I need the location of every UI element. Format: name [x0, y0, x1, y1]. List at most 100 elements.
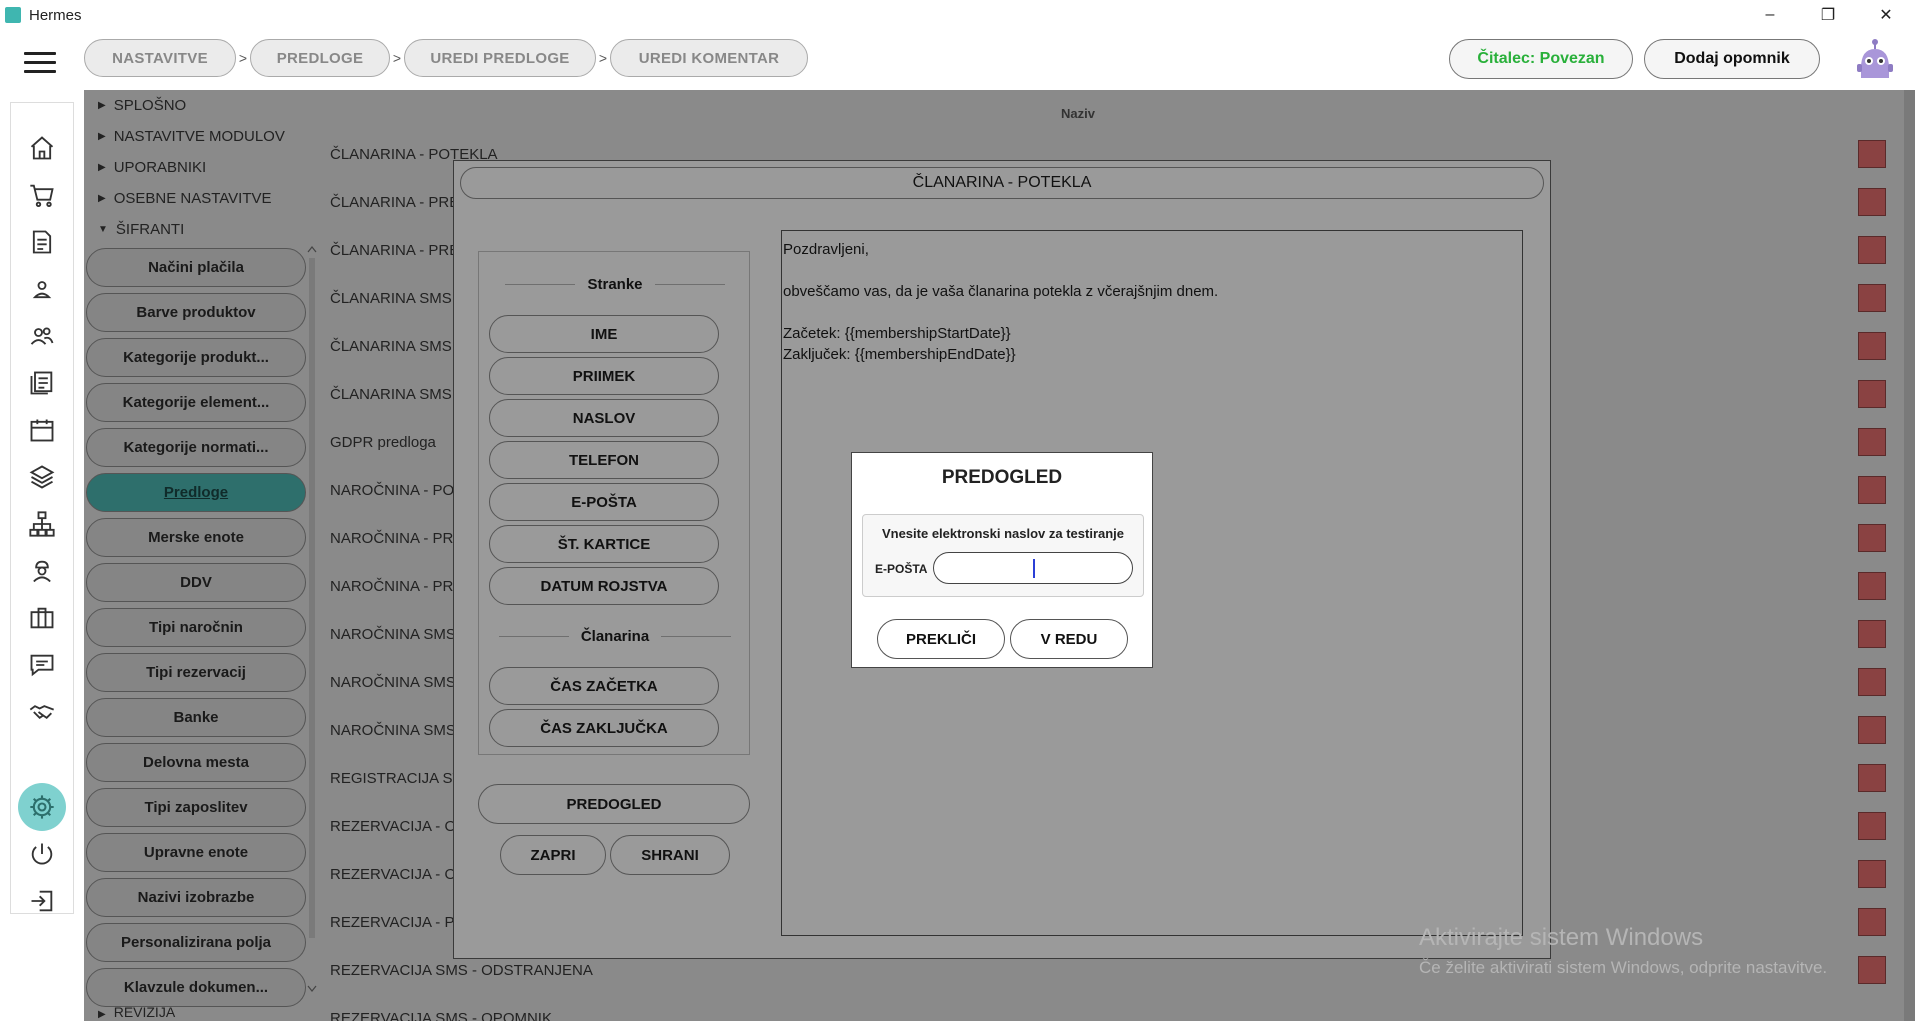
- insert-cas-zakljucka-button[interactable]: ČAS ZAKLJUČKA: [489, 709, 719, 747]
- insert-st-kartice-button[interactable]: ŠT. KARTICE: [489, 525, 719, 563]
- reader-status-button[interactable]: Čitalec: Povezan: [1449, 39, 1633, 79]
- edit-icon[interactable]: [1858, 812, 1886, 840]
- tree-item-ddv[interactable]: DDV: [86, 563, 306, 602]
- user-icon[interactable]: [27, 274, 57, 304]
- edit-icon[interactable]: [1858, 668, 1886, 696]
- tree-item-predloge[interactable]: Predloge: [86, 473, 306, 512]
- tree-item-nazivi-izobrazbe[interactable]: Nazivi izobrazbe: [86, 878, 306, 917]
- users-icon[interactable]: [27, 321, 57, 351]
- menu-icon[interactable]: [24, 52, 56, 74]
- windows-activation-watermark: Aktivirajte sistem Windows Če želite akt…: [1419, 924, 1827, 978]
- edit-icon[interactable]: [1858, 524, 1886, 552]
- ok-button[interactable]: V REDU: [1010, 619, 1128, 659]
- tree-item-kategorije-produktov[interactable]: Kategorije produkt...: [86, 338, 306, 377]
- editor-line: Pozdravljeni,: [783, 241, 869, 258]
- breadcrumb-predloge[interactable]: PREDLOGE: [250, 39, 390, 77]
- breadcrumb-nastavitve[interactable]: NASTAVITVE: [84, 39, 236, 77]
- close-window-button[interactable]: ✕: [1857, 0, 1915, 30]
- tree-section-label: ŠIFRANTI: [115, 221, 185, 238]
- hierarchy-icon[interactable]: [27, 509, 57, 539]
- insert-cas-zacetka-button[interactable]: ČAS ZAČETKA: [489, 667, 719, 705]
- minimize-button[interactable]: –: [1741, 0, 1799, 30]
- edit-icon[interactable]: [1858, 332, 1886, 360]
- layers-icon[interactable]: [27, 462, 57, 492]
- tree-section-revizija[interactable]: ▶ REVIZIJA: [84, 1004, 324, 1021]
- logout-icon[interactable]: [27, 886, 57, 916]
- gear-icon[interactable]: [27, 792, 57, 822]
- tree-section-uporabniki[interactable]: ▶ UPORABNIKI: [84, 152, 324, 183]
- nav-rail: [10, 102, 74, 914]
- chat-icon[interactable]: [27, 650, 57, 680]
- briefcase-icon[interactable]: [27, 603, 57, 633]
- tree-item-kategorije-elementov[interactable]: Kategorije element...: [86, 383, 306, 422]
- insert-priimek-button[interactable]: PRIIMEK: [489, 357, 719, 395]
- edit-icon[interactable]: [1858, 476, 1886, 504]
- tree-item-kategorije-normativov[interactable]: Kategorije normati...: [86, 428, 306, 467]
- column-header-naziv[interactable]: Naziv: [324, 102, 1832, 124]
- edit-icon[interactable]: [1858, 428, 1886, 456]
- insert-eposta-button[interactable]: E-POŠTA: [489, 483, 719, 521]
- edit-icon[interactable]: [1858, 860, 1886, 888]
- edit-icon[interactable]: [1858, 284, 1886, 312]
- app-logo-icon: [5, 7, 21, 23]
- power-icon[interactable]: [27, 839, 57, 869]
- avatar[interactable]: [1855, 38, 1895, 82]
- table-scrollbar[interactable]: [1904, 90, 1915, 1021]
- table-row[interactable]: REZERVACIJA SMS - OPOMNIK: [324, 994, 1834, 1021]
- edit-icon[interactable]: [1858, 716, 1886, 744]
- tree-item-banke[interactable]: Banke: [86, 698, 306, 737]
- template-title: ČLANARINA - POTEKLA: [460, 167, 1544, 199]
- tree-item-nacini-placila[interactable]: Načini plačila: [86, 248, 306, 287]
- list-icon[interactable]: [27, 368, 57, 398]
- insert-ime-button[interactable]: IME: [489, 315, 719, 353]
- tree-item-delovna-mesta[interactable]: Delovna mesta: [86, 743, 306, 782]
- tree-item-merske-enote[interactable]: Merske enote: [86, 518, 306, 557]
- tree-section-osebne-nastavitve[interactable]: ▶ OSEBNE NASTAVITVE: [84, 183, 324, 214]
- tree-section-splosno[interactable]: ▶ SPLOŠNO: [84, 90, 324, 121]
- edit-icon[interactable]: [1858, 380, 1886, 408]
- restore-button[interactable]: ❐: [1799, 0, 1857, 30]
- save-button[interactable]: SHRANI: [610, 835, 730, 875]
- insert-telefon-button[interactable]: TELEFON: [489, 441, 719, 479]
- calendar-icon[interactable]: [27, 415, 57, 445]
- add-reminder-button[interactable]: Dodaj opomnik: [1644, 39, 1820, 79]
- tree-item-klavzule-dokumentov[interactable]: Klavzule dokumen...: [86, 968, 306, 1007]
- tree-section-sifranti[interactable]: ▼ ŠIFRANTI: [84, 214, 324, 245]
- tree-item-tipi-zaposlitev[interactable]: Tipi zaposlitev: [86, 788, 306, 827]
- handshake-icon[interactable]: [27, 697, 57, 727]
- insert-naslov-button[interactable]: NASLOV: [489, 399, 719, 437]
- tree-item-upravne-enote[interactable]: Upravne enote: [86, 833, 306, 872]
- close-button[interactable]: ZAPRI: [500, 835, 606, 875]
- breadcrumb-uredi-komentar[interactable]: UREDI KOMENTAR: [610, 39, 808, 77]
- edit-icon[interactable]: [1858, 140, 1886, 168]
- edit-icon[interactable]: [1858, 572, 1886, 600]
- breadcrumb-separator: >: [238, 50, 248, 66]
- cancel-button[interactable]: PREKLIČI: [877, 619, 1005, 659]
- insert-datum-rojstva-button[interactable]: DATUM ROJSTVA: [489, 567, 719, 605]
- tree-item-tipi-narocnin[interactable]: Tipi naročnin: [86, 608, 306, 647]
- tree-scrollbar[interactable]: [306, 244, 318, 994]
- worker-icon[interactable]: [27, 556, 57, 586]
- tree-item-tipi-rezervacij[interactable]: Tipi rezervacij: [86, 653, 306, 692]
- editor-line: Začetek: {{membershipStartDate}}: [783, 325, 1011, 342]
- document-icon[interactable]: [27, 227, 57, 257]
- tree-item-barve-produktov[interactable]: Barve produktov: [86, 293, 306, 332]
- email-form: Vnesite elektronski naslov za testiranje…: [862, 514, 1144, 597]
- tree-item-personalizirana-polja[interactable]: Personalizirana polja: [86, 923, 306, 962]
- tree-section-label: UPORABNIKI: [113, 159, 207, 176]
- edit-icon[interactable]: [1858, 764, 1886, 792]
- group-label-stranke: Stranke: [479, 274, 751, 294]
- edit-icon[interactable]: [1858, 236, 1886, 264]
- edit-icon[interactable]: [1858, 188, 1886, 216]
- home-icon[interactable]: [27, 133, 57, 163]
- edit-icon[interactable]: [1858, 620, 1886, 648]
- group-label-clanarina: Članarina: [479, 626, 751, 646]
- tree-section-nastavitve-modulov[interactable]: ▶ NASTAVITVE MODULOV: [84, 121, 324, 152]
- breadcrumb-uredi-predloge[interactable]: UREDI PREDLOGE: [404, 39, 596, 77]
- watermark-title: Aktivirajte sistem Windows: [1419, 924, 1704, 951]
- edit-icon[interactable]: [1858, 956, 1886, 984]
- preview-button[interactable]: PREDOGLED: [478, 784, 750, 824]
- edit-icon[interactable]: [1858, 908, 1886, 936]
- expand-icon: ▶: [98, 162, 106, 173]
- cart-icon[interactable]: [27, 180, 57, 210]
